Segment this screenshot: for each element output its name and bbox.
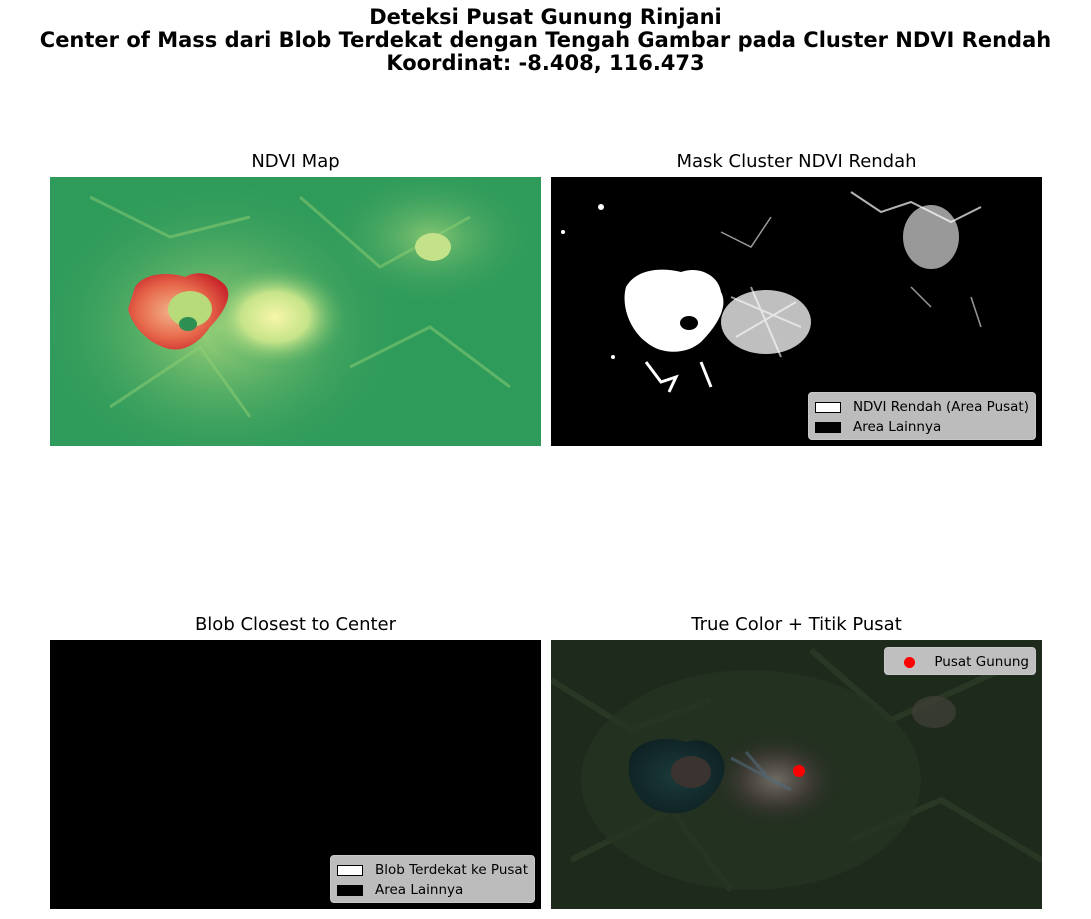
blob-legend-item-other: Area Lainnya <box>336 880 528 900</box>
legend-swatch-white <box>814 401 841 413</box>
blob-panel-title: Blob Closest to Center <box>194 614 397 635</box>
legend-swatch-black <box>814 421 841 433</box>
figure-title-line-2: Center of Mass dari Blob Terdekat dengan… <box>39 28 1052 52</box>
blob-image: Blob Terdekat ke Pusat Area Lainnya <box>50 640 541 909</box>
mask-image: NDVI Rendah (Area Pusat) Area Lainnya <box>551 177 1042 446</box>
truecolor-legend-item-center: Pusat Gunung <box>891 652 1029 672</box>
mask-legend-item-other: Area Lainnya <box>814 417 1029 437</box>
blob-legend-item-nearest: Blob Terdekat ke Pusat <box>336 860 528 880</box>
truecolor-graphic <box>551 640 1042 909</box>
ndvi-map-image <box>50 177 541 446</box>
figure-title-line-3: Koordinat: -8.408, 116.473 <box>386 51 705 75</box>
ndvi-panel-title: NDVI Map <box>251 151 340 172</box>
ndvi-map-graphic <box>50 177 541 446</box>
mask-panel-title: Mask Cluster NDVI Rendah <box>676 151 917 172</box>
legend-swatch-white <box>336 864 363 876</box>
blob-legend: Blob Terdekat ke Pusat Area Lainnya <box>329 855 535 903</box>
mask-legend-item-low-ndvi: NDVI Rendah (Area Pusat) <box>814 397 1029 417</box>
blob-legend-label-nearest: Blob Terdekat ke Pusat <box>374 862 528 878</box>
legend-swatch-black <box>336 884 363 896</box>
mask-legend-label-other: Area Lainnya <box>852 419 942 435</box>
figure-title-line-1: Deteksi Pusat Gunung Rinjani <box>369 5 722 29</box>
mask-legend-label-low-ndvi: NDVI Rendah (Area Pusat) <box>852 399 1029 415</box>
mountain-center-marker <box>793 765 805 777</box>
blob-legend-label-other: Area Lainnya <box>374 882 464 898</box>
truecolor-legend: Pusat Gunung <box>884 647 1036 675</box>
figure-title: Deteksi Pusat Gunung Rinjani Center of M… <box>0 6 1091 75</box>
truecolor-legend-label-center: Pusat Gunung <box>934 654 1029 670</box>
legend-marker-red-dot <box>904 656 916 668</box>
truecolor-panel-title: True Color + Titik Pusat <box>691 614 902 635</box>
mask-legend: NDVI Rendah (Area Pusat) Area Lainnya <box>807 392 1036 440</box>
truecolor-image: Pusat Gunung <box>551 640 1042 909</box>
